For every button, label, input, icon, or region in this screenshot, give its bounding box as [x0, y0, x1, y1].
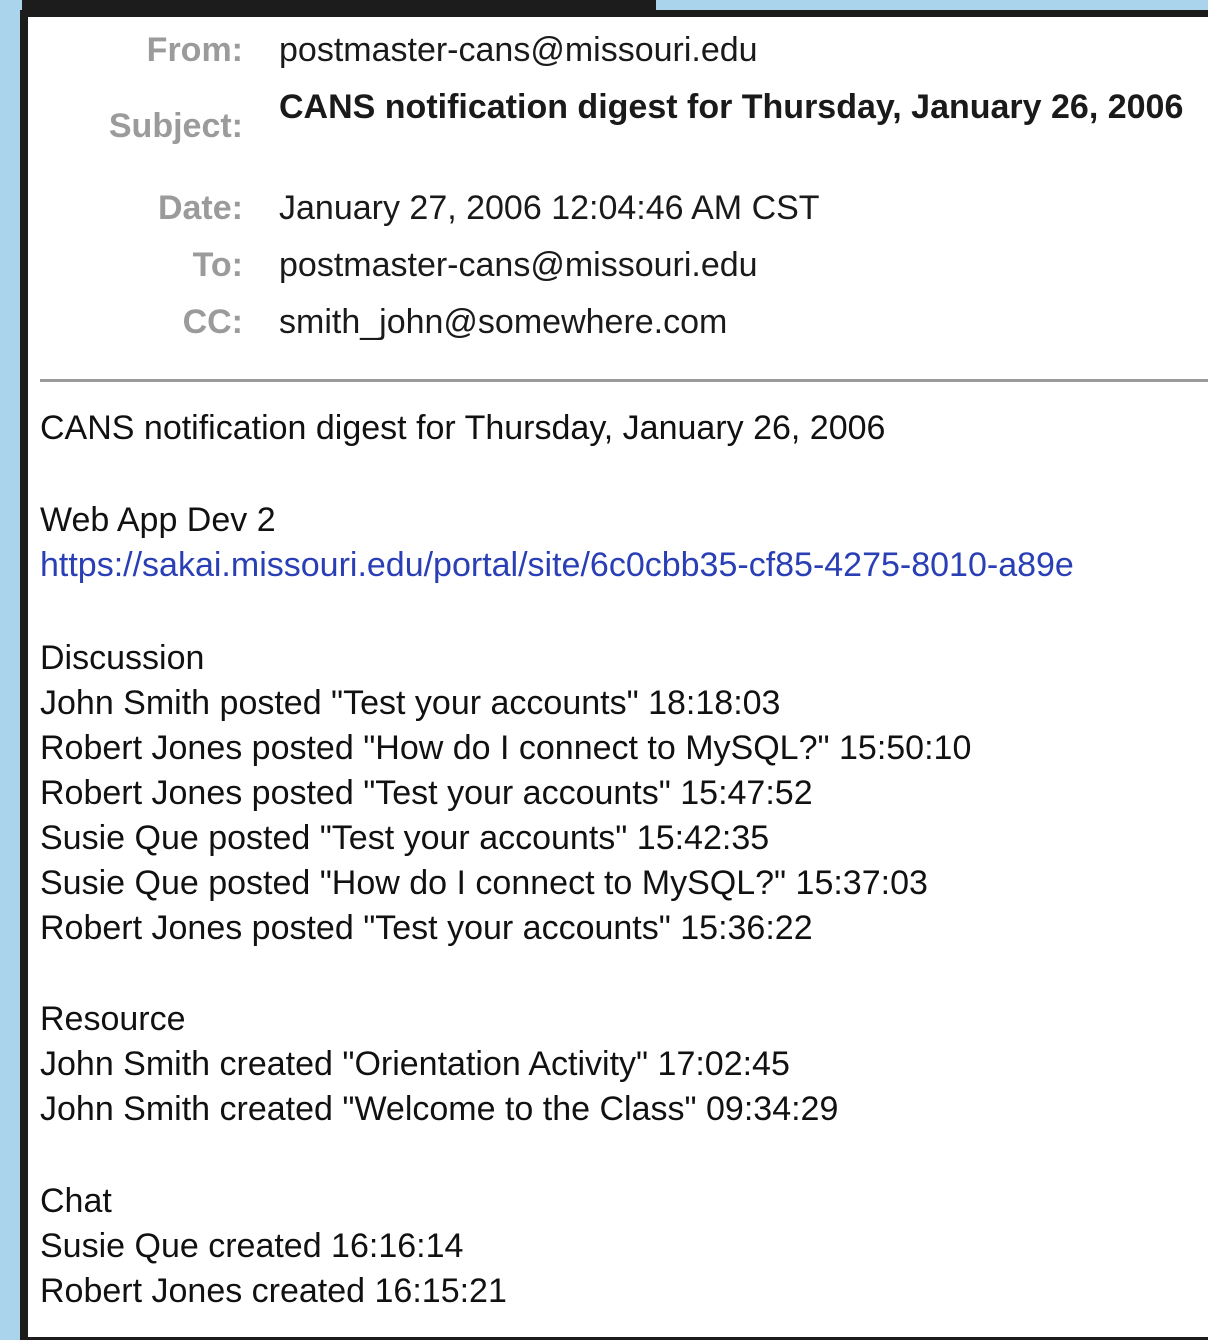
- list-item: John Smith created "Orientation Activity…: [40, 1045, 790, 1083]
- to-label: To:: [192, 246, 243, 284]
- section-heading: Chat: [40, 1182, 112, 1220]
- list-item: Robert Jones posted "Test your accounts"…: [40, 909, 813, 947]
- header-divider: [40, 379, 1208, 382]
- section-discussion: Discussion John Smith posted "Test your …: [40, 636, 1208, 951]
- to-value[interactable]: postmaster-cans@missouri.edu: [279, 246, 1208, 285]
- list-item: Robert Jones posted "Test your accounts"…: [40, 774, 813, 812]
- date-value: January 27, 2006 12:04:46 AM CST: [279, 189, 820, 227]
- email-message: From: postmaster-cans@missouri.edu Subje…: [28, 17, 1208, 1337]
- from-value[interactable]: postmaster-cans@missouri.edu: [279, 31, 1208, 70]
- date-label: Date:: [157, 189, 243, 227]
- from-label: From:: [146, 31, 243, 69]
- list-item: Robert Jones created 16:15:21: [40, 1272, 507, 1310]
- list-item: Susie Que posted "Test your accounts" 15…: [40, 819, 770, 857]
- cc-value[interactable]: smith_john@somewhere.com: [279, 303, 1208, 342]
- subject-label: Subject:: [108, 107, 243, 145]
- list-item: John Smith posted "Test your accounts" 1…: [40, 684, 781, 722]
- top-title-strip: [22, 0, 656, 10]
- section-heading: Discussion: [40, 639, 205, 677]
- digest-title: CANS notification digest for Thursday, J…: [40, 409, 886, 447]
- section-chat: Chat Susie Que created 16:16:14 Robert J…: [40, 1179, 1208, 1314]
- list-item: Robert Jones posted "How do I connect to…: [40, 729, 972, 767]
- cc-label: CC:: [182, 303, 243, 341]
- subject-value: CANS notification digest for Thursday, J…: [279, 88, 1184, 126]
- section-heading: Resource: [40, 1000, 186, 1038]
- list-item: Susie Que posted "How do I connect to My…: [40, 864, 928, 902]
- site-link[interactable]: https://sakai.missouri.edu/portal/site/6…: [40, 543, 1208, 588]
- site-name: Web App Dev 2: [40, 501, 276, 539]
- section-resource: Resource John Smith created "Orientation…: [40, 997, 1208, 1132]
- list-item: Susie Que created 16:16:14: [40, 1227, 464, 1265]
- list-item: John Smith created "Welcome to the Class…: [40, 1090, 839, 1128]
